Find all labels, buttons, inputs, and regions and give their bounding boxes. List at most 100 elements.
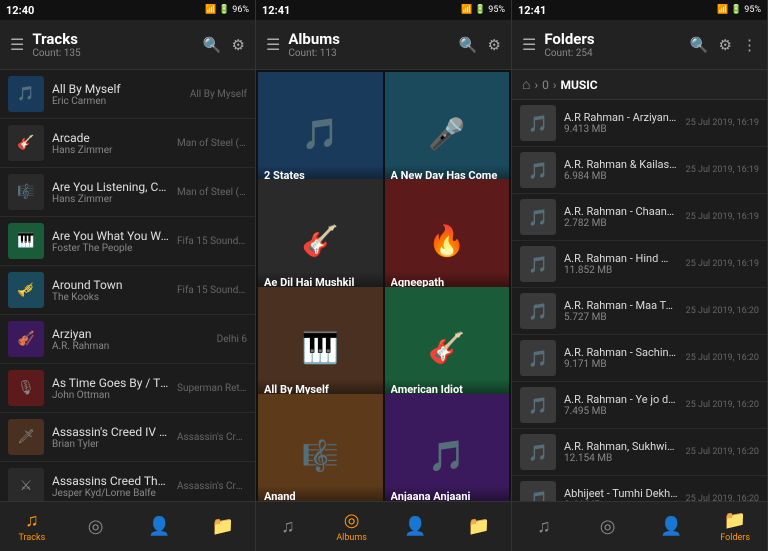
nav-item-3[interactable]: 📁 [191,516,255,537]
file-item[interactable]: 🎵 A.R. Rahman & Kailash kher - Yu hi cha… [512,147,767,194]
track-album: Man of Steel (Original Motio... [177,187,247,198]
search-icon[interactable]: 🔍 [690,36,709,54]
file-thumbnail: 🎵 [520,246,556,282]
nav-item-1[interactable]: ◎ Albums [320,510,384,543]
track-item[interactable]: 🎼 Are You Listening, Clark? Hans Zimmer … [0,168,255,217]
nav-label-0: Tracks [19,533,46,543]
search-icon[interactable]: 🔍 [459,36,478,54]
file-info: A.R. Rahman, Sukhwinder Singh, Tanvi Sha… [564,440,678,464]
file-thumbnail: 🎵 [520,387,556,423]
file-thumbnail: 🎵 [520,481,556,501]
track-artist: Foster The People [52,243,169,254]
album-card[interactable]: 🎤 A New Day Has Come Celine Dion [385,72,510,197]
nav-icon-1: ◎ [88,516,104,537]
track-item[interactable]: 🎸 Arcade Hans Zimmer Man of Steel (Origi… [0,119,255,168]
file-date: 25 Jul 2019, 16:20 [686,400,759,410]
track-thumbnail: 🎹 [8,223,44,259]
file-thumbnail: 🎵 [520,152,556,188]
hamburger-icon[interactable]: ☰ [10,35,24,54]
breadcrumb-0[interactable]: 0 [542,78,549,92]
nav-item-3[interactable]: 📁 [447,516,511,537]
track-thumbnail: ⚔ [8,468,44,501]
file-item[interactable]: 🎵 A.R. Rahman - Sachin Sachin.mp3 9.171 … [512,335,767,382]
track-artist: John Ottman [52,390,169,401]
track-album: Assassin's Creed Revelation... [177,481,247,492]
album-card[interactable]: 🎸 Ae Dil Hai Mushkil Arijit Singh [258,179,383,304]
nav-item-0[interactable]: ♫ [256,516,320,537]
track-info: Arcade Hans Zimmer [52,131,169,156]
nav-item-1[interactable]: ◎ [576,516,640,537]
file-date: 25 Jul 2019, 16:19 [686,165,759,175]
track-item[interactable]: 🎹 Are You What You Want to Be? Foster Th… [0,217,255,266]
file-item[interactable]: 🎵 A.R. Rahman - Hind Mere Jind.mp3 11.85… [512,241,767,288]
status-icons: 📶 🔋 96% [205,5,249,15]
nav-label-1: Albums [336,533,367,543]
album-card[interactable]: 🎼 Anand Anand [258,394,383,501]
panel-count: Count: 135 [32,48,195,59]
track-item[interactable]: 🎵 All By Myself Eric Carmen All By Mysel… [0,70,255,119]
nav-item-0[interactable]: ♫ Tracks [0,510,64,543]
file-item[interactable]: 🎵 Abhijeet - Tumhi Dekho Na.mp3 2.44 MB … [512,476,767,501]
file-item[interactable]: 🎵 A.R. Rahman - Chaand Taare .mp3 2.782 … [512,194,767,241]
file-date: 25 Jul 2019, 16:19 [686,118,759,128]
panel-count: Count: 254 [544,48,682,59]
track-item[interactable]: 🎻 Arziyan A.R. Rahman Delhi 6 [0,315,255,364]
filter-icon[interactable]: ⚙ [232,36,245,54]
track-item[interactable]: 🎙 As Time Goes By / The Planet Krypton J… [0,364,255,413]
file-date: 25 Jul 2019, 16:19 [686,259,759,269]
file-info: A.R. Rahman - Maa Tujhe Salaam.mp3 5.727… [564,299,678,323]
hamburger-icon[interactable]: ☰ [522,35,536,54]
header-icons: 🔍 ⚙ ⋮ [690,36,757,54]
file-name: A.R. Rahman - Chaand Taare .mp3 [564,205,678,218]
file-date: 25 Jul 2019, 16:20 [686,447,759,457]
nav-label-3: Folders [720,533,750,543]
search-icon[interactable]: 🔍 [203,36,222,54]
album-bg: 🎵 [385,394,510,501]
nav-item-1[interactable]: ◎ [64,516,128,537]
status-icons: 📶 🔋 95% [461,5,505,15]
track-info: Are You What You Want to Be? Foster The … [52,229,169,254]
file-item[interactable]: 🎵 A.R. Rahman, Sukhwinder Singh, Tanvi S… [512,429,767,476]
track-item[interactable]: 🎺 Around Town The Kooks Fifa 15 Soundtra… [0,266,255,315]
breadcrumb-current: MUSIC [560,78,597,92]
album-card[interactable]: 🎹 All By Myself Eric Carmen [258,287,383,412]
nav-item-2[interactable]: 👤 [128,516,192,537]
panel-header: ☰ Albums Count: 113 🔍 ⚙ [256,20,511,70]
nav-item-3[interactable]: 📁 Folders [703,510,767,543]
nav-icon-3: 📁 [468,516,490,537]
track-item[interactable]: ⚔ Assassins Creed Theme (Lorne Balfe) Je… [0,462,255,501]
album-card[interactable]: 🎵 Anjaana Anjaani Rahat Fateh Ali Khan, … [385,394,510,501]
track-item[interactable]: 🗡 Assassin's Creed IV Black Flag Brian T… [0,413,255,462]
track-thumbnail: 🎸 [8,125,44,161]
track-name: Are You What You Want to Be? [52,229,169,243]
file-size: 9.171 MB [564,359,678,370]
album-card[interactable]: 🔥 Agneepath Sonu Nigam [385,179,510,304]
file-item[interactable]: 🎵 A.R Rahman - Arziyan.mp3 9.413 MB 25 J… [512,100,767,147]
file-info: A.R. Rahman - Ye jo des hai tera.mp3 7.4… [564,393,678,417]
nav-icon-3: 📁 [212,516,234,537]
file-item[interactable]: 🎵 A.R. Rahman - Maa Tujhe Salaam.mp3 5.7… [512,288,767,335]
status-time: 12:40 [6,4,34,17]
file-name: A.R. Rahman - Ye jo des hai tera.mp3 [564,393,678,406]
panel-header: ☰ Tracks Count: 135 🔍 ⚙ [0,20,255,70]
nav-item-2[interactable]: 👤 [384,516,448,537]
file-name: A.R. Rahman - Maa Tujhe Salaam.mp3 [564,299,678,312]
albums-panel: 12:41 📶 🔋 95% ☰ Albums Count: 113 🔍 ⚙ 🎵 … [256,0,512,551]
track-info: Assassin's Creed IV Black Flag Brian Tyl… [52,425,169,450]
file-thumbnail: 🎵 [520,340,556,376]
more-icon[interactable]: ⋮ [742,36,757,54]
file-thumbnail: 🎵 [520,199,556,235]
hamburger-icon[interactable]: ☰ [266,35,280,54]
nav-icon-2: 👤 [404,516,426,537]
bottom-nav: ♫ ◎ 👤 📁 Folders [512,501,767,551]
track-info: Are You Listening, Clark? Hans Zimmer [52,180,169,205]
filter-icon[interactable]: ⚙ [719,36,732,54]
album-card[interactable]: 🎵 2 States Arjit Singh & Chinmayi Sripad… [258,72,383,197]
track-thumbnail: 🎙 [8,370,44,406]
filter-icon[interactable]: ⚙ [488,36,501,54]
file-item[interactable]: 🎵 A.R. Rahman - Ye jo des hai tera.mp3 7… [512,382,767,429]
album-card[interactable]: 🎸 American Idiot Green Day [385,287,510,412]
home-icon[interactable]: ⌂ [522,76,530,93]
nav-item-0[interactable]: ♫ [512,516,576,537]
nav-item-2[interactable]: 👤 [640,516,704,537]
